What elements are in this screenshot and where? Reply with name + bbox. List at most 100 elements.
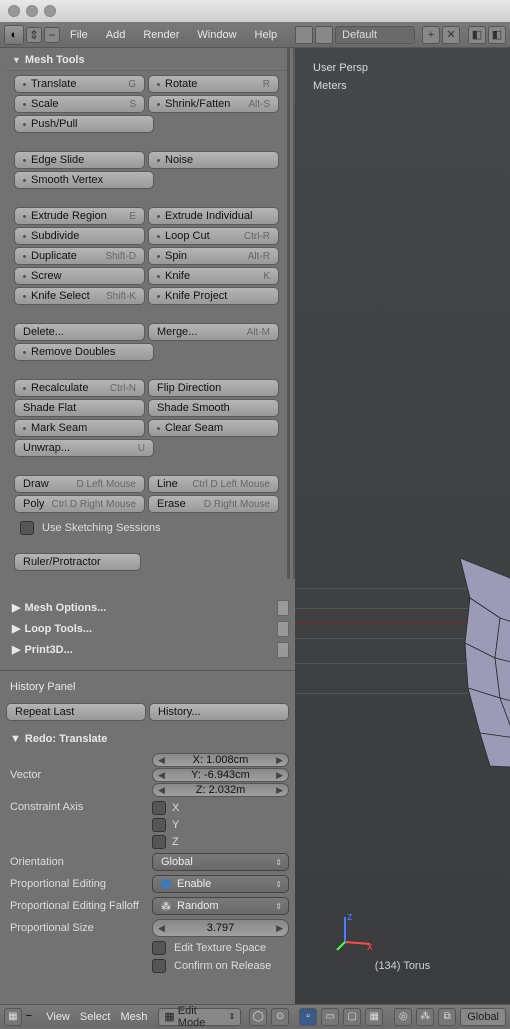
- ruler-button[interactable]: Ruler/Protractor: [14, 553, 141, 571]
- push-pull-button[interactable]: Push/Pull: [14, 115, 154, 133]
- limit-selection-icon[interactable]: ▦: [365, 1008, 383, 1026]
- vector-y-field[interactable]: ◀Y: -6.943cm▶: [152, 768, 289, 782]
- vector-z-field[interactable]: ◀Z: 2.032m▶: [152, 783, 289, 797]
- knife-project-button[interactable]: Knife Project: [148, 287, 279, 305]
- minus-icon[interactable]: −: [26, 1010, 40, 1024]
- menu-add[interactable]: Add: [98, 29, 134, 41]
- mark-seam-button[interactable]: Mark Seam: [14, 419, 145, 437]
- constraint-y-checkbox[interactable]: [152, 818, 166, 832]
- shade-flat-button[interactable]: Shade Flat: [14, 399, 145, 417]
- draw-button[interactable]: DrawD Left Mouse: [14, 475, 145, 493]
- prop-size-field[interactable]: ◀3.797▶: [152, 919, 289, 937]
- expand-icon[interactable]: ⇕: [26, 27, 42, 43]
- menu-view[interactable]: View: [43, 1011, 73, 1023]
- proportional-icon[interactable]: ◎: [394, 1008, 412, 1026]
- constraint-y-label: Y: [172, 819, 179, 831]
- poly-button[interactable]: PolyCtrl D Right Mouse: [14, 495, 145, 513]
- screen-browse-icon[interactable]: [295, 26, 313, 44]
- knife-select-button[interactable]: Knife SelectShift-K: [14, 287, 145, 305]
- falloff-icon[interactable]: ⁂: [416, 1008, 434, 1026]
- extrude-region-button[interactable]: Extrude RegionE: [14, 207, 145, 225]
- delete-button[interactable]: Delete...: [14, 323, 145, 341]
- repeat-last-button[interactable]: Repeat Last: [6, 703, 146, 721]
- svg-text:z: z: [347, 912, 353, 923]
- screen-layout-field[interactable]: Default: [335, 26, 415, 44]
- scene-browse-icon[interactable]: ◧: [468, 26, 486, 44]
- svg-text:x: x: [367, 941, 373, 952]
- blender-icon[interactable]: ◐: [4, 25, 24, 45]
- noise-button[interactable]: Noise: [148, 151, 279, 169]
- orientation-label: Orientation: [6, 856, 146, 868]
- edge-select-icon[interactable]: ▭: [321, 1008, 339, 1026]
- constraint-z-checkbox[interactable]: [152, 835, 166, 849]
- falloff-label: Proportional Editing Falloff: [6, 900, 146, 912]
- clear-seam-button[interactable]: Clear Seam: [148, 419, 279, 437]
- viewport-shading-icon[interactable]: ◯: [249, 1008, 267, 1026]
- face-select-icon[interactable]: ▢: [343, 1008, 361, 1026]
- menu-window[interactable]: Window: [189, 29, 244, 41]
- panel-grip-icon[interactable]: [277, 642, 289, 658]
- smooth-vertex-button[interactable]: Smooth Vertex: [14, 171, 154, 189]
- toolshelf-header: ▦ − View Select Mesh ▦Edit Mode⇕: [0, 1004, 245, 1028]
- redo-translate-header[interactable]: ▼Redo: Translate: [6, 727, 289, 751]
- delete-screen-icon[interactable]: ✕: [442, 26, 460, 44]
- history-button[interactable]: History...: [149, 703, 289, 721]
- confirm-on-release-checkbox[interactable]: [152, 959, 166, 973]
- prop-editing-select[interactable]: Enable⇕: [152, 875, 289, 893]
- merge-button[interactable]: Merge...Alt-M: [148, 323, 279, 341]
- menu-mesh[interactable]: Mesh: [117, 1011, 150, 1023]
- screw-button[interactable]: Screw: [14, 267, 145, 285]
- scale-button[interactable]: ScaleS: [14, 95, 145, 113]
- scene-browse-icon-2[interactable]: ◧: [488, 26, 506, 44]
- loop-tools-header[interactable]: ▶Loop Tools...: [6, 619, 273, 638]
- menu-select[interactable]: Select: [77, 1011, 114, 1023]
- minus-icon[interactable]: −: [44, 27, 60, 43]
- transform-orientation-select[interactable]: Global: [460, 1008, 506, 1026]
- active-object-label: (134) Torus: [375, 960, 430, 972]
- snap-icon[interactable]: ⧉: [438, 1008, 456, 1026]
- edit-texture-space-checkbox[interactable]: [152, 941, 166, 955]
- menu-help[interactable]: Help: [247, 29, 286, 41]
- constraint-x-checkbox[interactable]: [152, 801, 166, 815]
- flip-direction-button[interactable]: Flip Direction: [148, 379, 279, 397]
- translate-button[interactable]: TranslateG: [14, 75, 145, 93]
- orientation-select[interactable]: Global⇕: [152, 853, 289, 871]
- spin-button[interactable]: SpinAlt-R: [148, 247, 279, 265]
- 3d-viewport[interactable]: User Persp Meters: [295, 48, 510, 1004]
- subdivide-button[interactable]: Subdivide: [14, 227, 145, 245]
- loop-cut-button[interactable]: Loop CutCtrl-R: [148, 227, 279, 245]
- mesh-tools-header[interactable]: ▼Mesh Tools: [6, 50, 287, 71]
- duplicate-button[interactable]: DuplicateShift-D: [14, 247, 145, 265]
- pivot-icon[interactable]: ⊙: [271, 1008, 289, 1026]
- extrude-individual-button[interactable]: Extrude Individual: [148, 207, 279, 225]
- sketch-sessions-checkbox[interactable]: [20, 521, 34, 535]
- zoom-icon[interactable]: [44, 5, 56, 17]
- editor-type-icon[interactable]: ▦: [4, 1008, 22, 1026]
- line-button[interactable]: LineCtrl D Left Mouse: [148, 475, 279, 493]
- close-icon[interactable]: [8, 5, 20, 17]
- panel-grip-icon[interactable]: [277, 600, 289, 616]
- mesh-options-header[interactable]: ▶Mesh Options...: [6, 598, 273, 617]
- mode-select[interactable]: ▦Edit Mode⇕: [158, 1008, 241, 1026]
- vertex-select-icon[interactable]: ▫: [299, 1008, 317, 1026]
- shade-smooth-button[interactable]: Shade Smooth: [148, 399, 279, 417]
- vector-x-field[interactable]: ◀X: 1.008cm▶: [152, 753, 289, 767]
- erase-button[interactable]: EraseD Right Mouse: [148, 495, 279, 513]
- minimize-icon[interactable]: [26, 5, 38, 17]
- shrink-fatten-button[interactable]: Shrink/FattenAlt-S: [148, 95, 279, 113]
- panel-grip-icon[interactable]: [277, 621, 289, 637]
- knife-button[interactable]: KnifeK: [148, 267, 279, 285]
- remove-doubles-button[interactable]: Remove Doubles: [14, 343, 154, 361]
- print3d-header[interactable]: ▶Print3D...: [6, 640, 273, 659]
- menu-file[interactable]: File: [62, 29, 96, 41]
- screen-browse-icon-2[interactable]: [315, 26, 333, 44]
- window-titlebar: [0, 0, 510, 22]
- recalculate-button[interactable]: RecalculateCtrl-N: [14, 379, 145, 397]
- edge-slide-button[interactable]: Edge Slide: [14, 151, 145, 169]
- add-screen-icon[interactable]: +: [422, 26, 440, 44]
- prop-size-label: Proportional Size: [6, 922, 146, 934]
- falloff-select[interactable]: ⁂Random⇕: [152, 897, 289, 915]
- rotate-button[interactable]: RotateR: [148, 75, 279, 93]
- menu-render[interactable]: Render: [135, 29, 187, 41]
- unwrap-button[interactable]: Unwrap...U: [14, 439, 154, 457]
